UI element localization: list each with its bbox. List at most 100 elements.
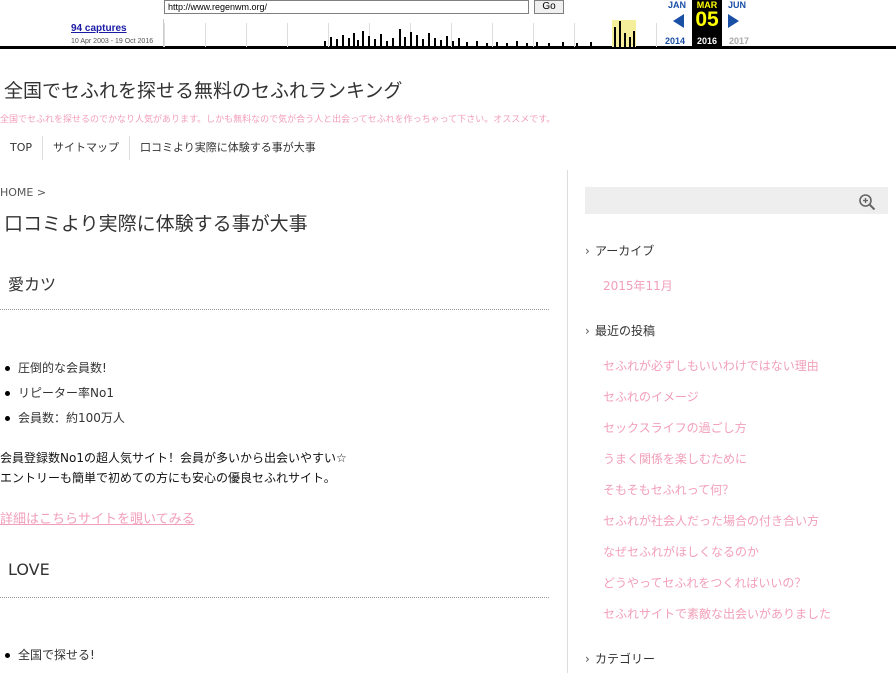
category-heading: › カテゴリー xyxy=(585,652,656,666)
sparkline-bar xyxy=(416,35,418,47)
detail-link[interactable]: 詳細はこちらサイトを覗いてみる xyxy=(0,508,195,527)
site-description: 全国でセふれを探せるのでかなり人気があります。しかも無料なので気が合う人と出会っ… xyxy=(0,115,556,125)
sparkline-bar xyxy=(342,35,344,47)
body-text: エントリーも簡単で初めての方にも安心の優良セふれサイト。 xyxy=(0,471,336,485)
sparkline-year-tick xyxy=(574,23,575,47)
sparkline-bar xyxy=(399,29,401,47)
wayback-prev-year[interactable]: 2014 xyxy=(660,36,690,46)
search-input[interactable] xyxy=(585,187,855,214)
sparkline-bar xyxy=(496,42,498,47)
sparkline-bar xyxy=(446,36,448,47)
section-title: 愛カツ xyxy=(8,275,57,294)
wayback-url-input[interactable]: http://www.regenwm.org/ xyxy=(164,0,529,14)
sparkline-bar xyxy=(434,38,436,47)
wayback-go-button[interactable]: Go xyxy=(534,0,564,14)
nav-item-current-page[interactable]: 口コミより実際に体験する事が大事 xyxy=(129,136,326,160)
feature-list: 圧倒的な会員数! リピーター率No1 会員数：約100万人 xyxy=(0,358,125,433)
recent-post-link[interactable]: セふれサイトで素敵な出会いがありました xyxy=(603,605,831,622)
list-item: リピーター率No1 xyxy=(0,383,125,408)
sparkline-bar xyxy=(348,38,350,47)
recent-post-link[interactable]: うまく関係を楽しむために xyxy=(603,450,747,467)
list-item: 会員数：約100万人 xyxy=(0,408,125,433)
recent-posts-heading: › 最近の投稿 xyxy=(585,324,656,338)
nav-item-sitemap[interactable]: サイトマップ xyxy=(42,136,129,160)
sparkline-bar xyxy=(466,42,468,47)
sparkline-bar xyxy=(422,39,424,47)
chevron-right-icon: › xyxy=(585,324,590,338)
sparkline-bar xyxy=(440,40,442,47)
sparkline-bar xyxy=(368,36,370,47)
wayback-current-day: 05 xyxy=(695,8,719,31)
sparkline-bar xyxy=(629,37,631,47)
list-item: 圧倒的な会員数! xyxy=(0,358,125,383)
recent-post-link[interactable]: セふれのイメージ xyxy=(603,388,699,405)
sparkline-bar xyxy=(392,38,394,47)
sparkline-bar xyxy=(526,43,528,47)
wayback-current-year: 2016 xyxy=(696,36,718,46)
sparkline-bar xyxy=(324,41,326,47)
sparkline-year-tick xyxy=(492,23,493,47)
sparkline-bar xyxy=(576,43,578,47)
wayback-toolbar: http://www.regenwm.org/ Go 94 captures 1… xyxy=(0,0,896,49)
sparkline-year-tick xyxy=(205,23,206,47)
sparkline-bar xyxy=(357,40,359,47)
sparkline-bar xyxy=(386,41,388,47)
wayback-next-arrow-icon[interactable] xyxy=(728,14,739,28)
sparkline-bar xyxy=(536,42,538,47)
feature-list: 全国で探せる! xyxy=(0,645,95,670)
sparkline-bar xyxy=(336,39,338,47)
sparkline-bar xyxy=(428,33,430,47)
wayback-prev-arrow-icon[interactable] xyxy=(673,14,684,28)
section-divider xyxy=(0,309,549,310)
sparkline-bar xyxy=(486,43,488,47)
sparkline-bar xyxy=(619,21,621,47)
global-nav: TOP サイトマップ 口コミより実際に体験する事が大事 xyxy=(0,136,326,160)
sparkline-bar xyxy=(374,39,376,47)
sparkline-year-tick xyxy=(246,23,247,47)
site-title[interactable]: 全国でセふれを探せる無料のセふれランキング xyxy=(4,76,402,103)
sparkline-bar xyxy=(380,34,382,47)
sparkline-bar xyxy=(506,43,508,47)
sparkline-bar xyxy=(562,42,564,47)
wayback-current-date: MAR 05 2016 xyxy=(692,0,722,47)
sparkline-bar xyxy=(476,41,478,47)
wayback-prev-month[interactable]: JAN xyxy=(662,0,692,10)
list-item: 全国で探せる! xyxy=(0,645,95,670)
wayback-captures-link[interactable]: 94 captures xyxy=(71,23,127,34)
sparkline-bar xyxy=(590,42,592,47)
recent-post-link[interactable]: なぜセふれがほしくなるのか xyxy=(603,543,759,560)
section-title: LOVE xyxy=(8,560,50,579)
section-divider xyxy=(0,597,549,598)
wayback-date-range: 10 Apr 2003 - 19 Oct 2016 xyxy=(71,38,154,45)
recent-post-link[interactable]: そもそもセふれって何？ xyxy=(603,481,734,498)
wayback-next-year: 2017 xyxy=(728,36,750,46)
recent-post-link[interactable]: セックスライフの過ごし方 xyxy=(603,419,747,436)
wayback-next-month[interactable]: JUN xyxy=(722,0,752,10)
archive-link[interactable]: 2015年11月 xyxy=(603,277,673,294)
recent-post-link[interactable]: どうやってセふれをつくればいいの？ xyxy=(603,574,806,591)
sparkline-bar xyxy=(624,33,626,47)
sparkline-bar xyxy=(353,33,355,47)
sparkline-year-tick xyxy=(287,23,288,47)
sparkline-bar xyxy=(614,27,616,47)
sparkline-bar xyxy=(330,37,332,47)
search-zoom-icon[interactable] xyxy=(858,193,876,211)
wayback-sparkline[interactable] xyxy=(163,19,660,47)
sparkline-bar xyxy=(516,41,518,47)
recent-post-link[interactable]: セふれが必ずしもいいわけではない理由 xyxy=(603,357,819,374)
sparkline-bar xyxy=(458,38,460,47)
sparkline-bar xyxy=(548,43,550,47)
search-box xyxy=(585,187,888,214)
body-text: 会員登録数No1の超人気サイト！会員が多いから出会いやすい☆ xyxy=(0,451,347,465)
sparkline-year-tick xyxy=(533,23,534,47)
sparkline-bar xyxy=(362,31,364,47)
page-title: 口コミより実際に体験する事が大事 xyxy=(4,213,308,235)
sparkline-bar xyxy=(410,32,412,47)
chevron-right-icon: › xyxy=(585,652,590,666)
sparkline-bar xyxy=(404,37,406,47)
recent-post-link[interactable]: セふれが社会人だった場合の付き合い方 xyxy=(603,512,819,529)
sparkline-bar xyxy=(633,31,635,47)
nav-item-top[interactable]: TOP xyxy=(0,136,42,160)
breadcrumb[interactable]: HOME > xyxy=(0,186,46,199)
sparkline-year-tick xyxy=(656,23,657,47)
